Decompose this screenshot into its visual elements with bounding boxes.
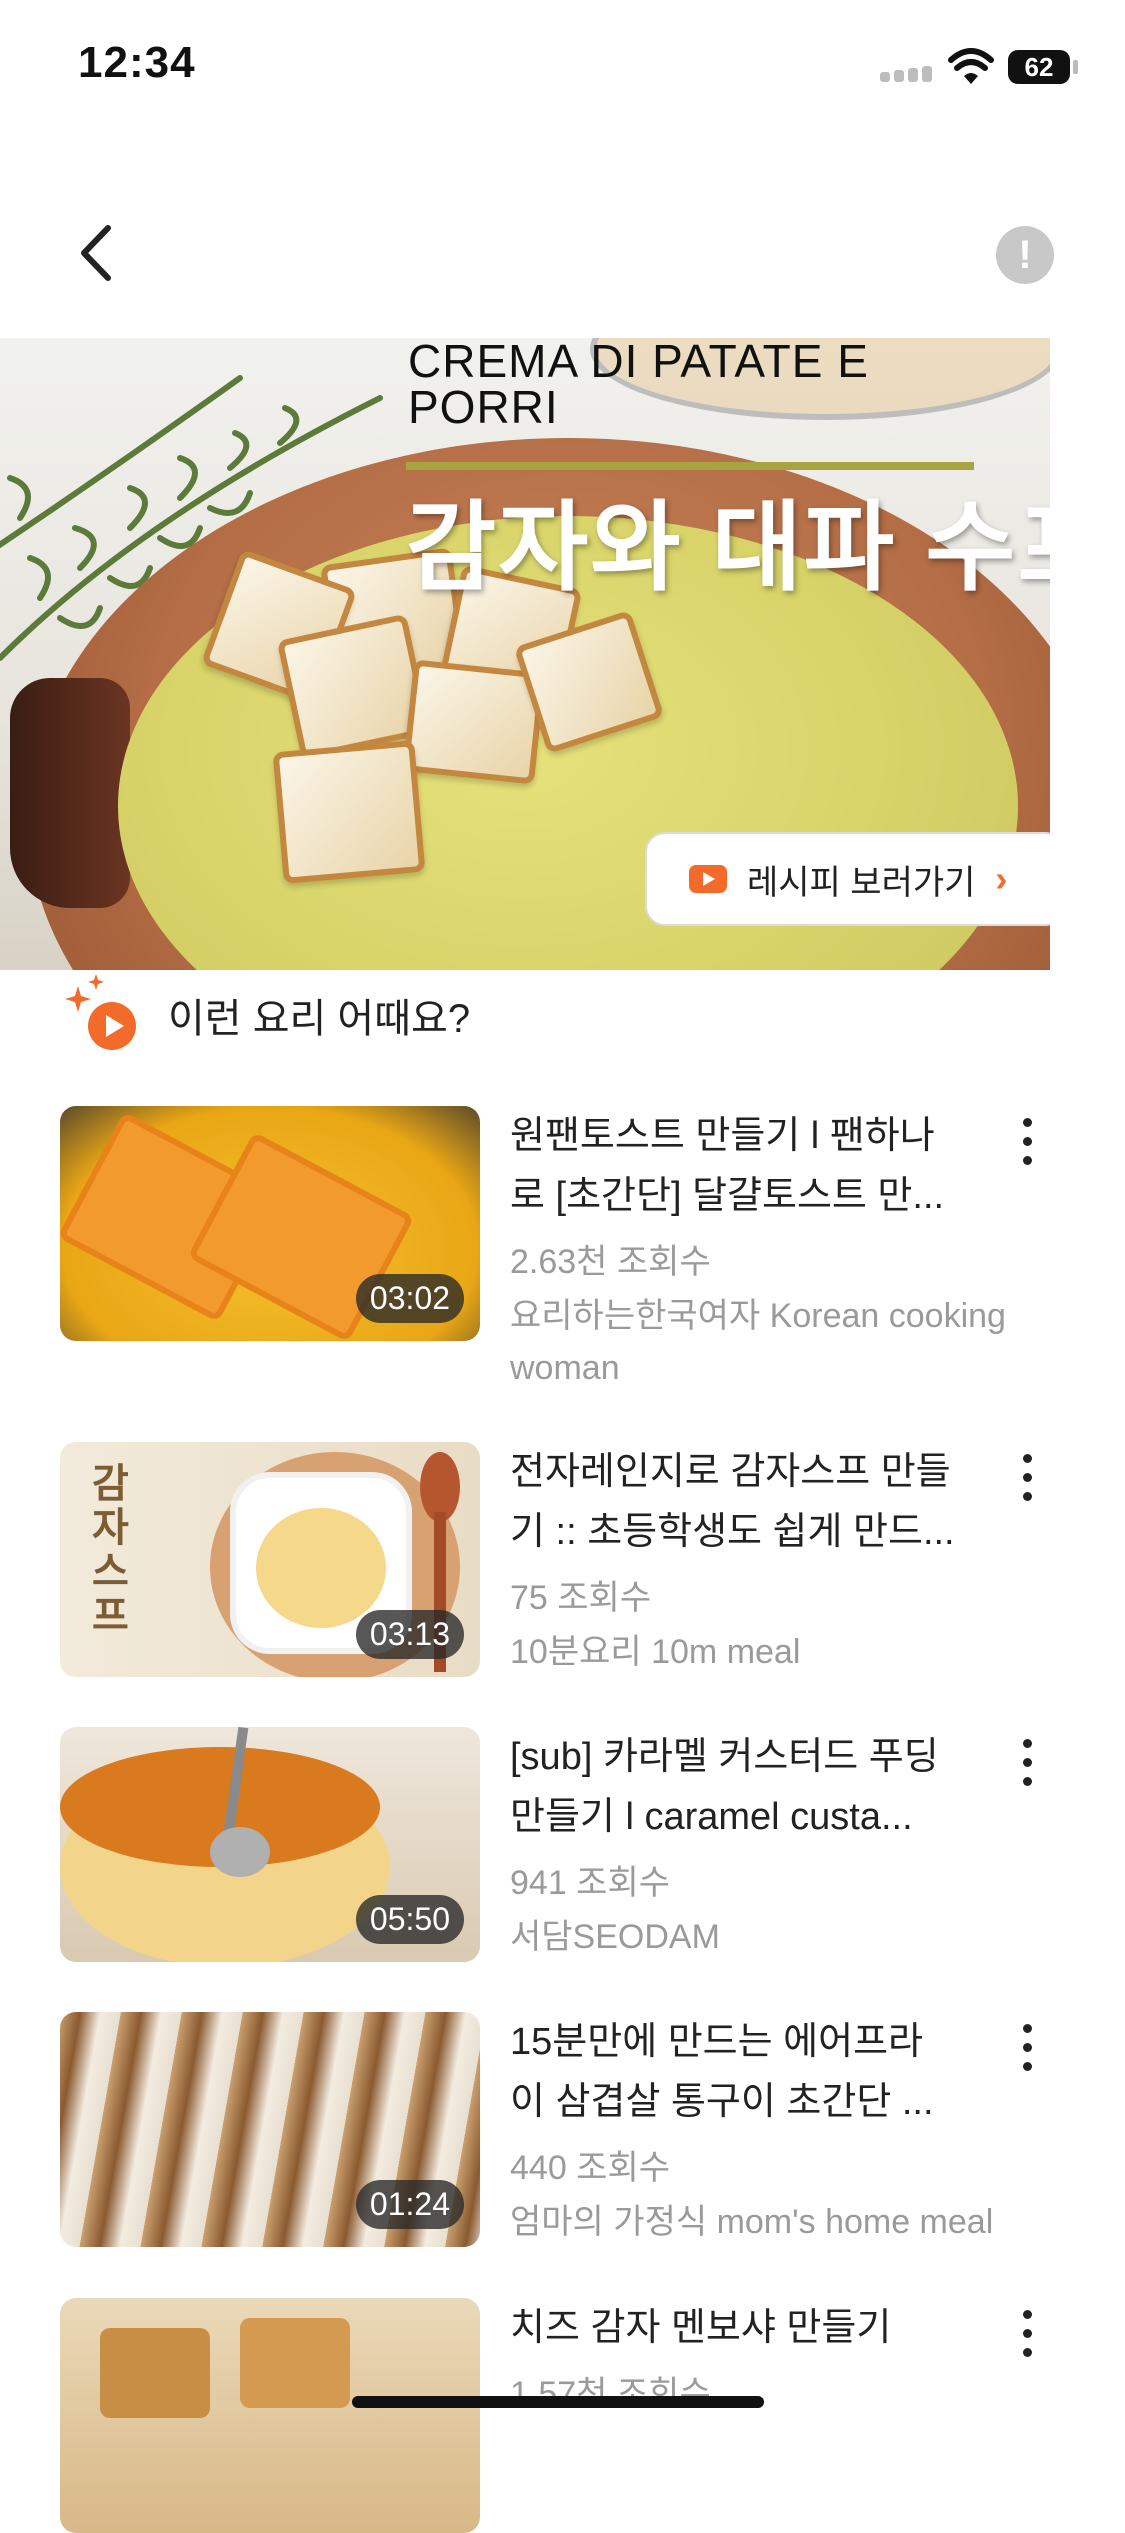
chevron-right-icon: › bbox=[995, 858, 1008, 899]
home-indicator[interactable] bbox=[352, 2396, 764, 2408]
video-thumbnail[interactable]: 03:02 bbox=[60, 1106, 480, 1341]
status-time: 12:34 bbox=[78, 38, 196, 87]
video-title[interactable]: [sub] 카라멜 커스터드 푸딩 만들기 l caramel custa... bbox=[510, 1727, 1010, 1847]
back-button[interactable] bbox=[70, 218, 126, 288]
crouton bbox=[272, 740, 426, 884]
video-duration: 03:02 bbox=[355, 1274, 464, 1323]
video-channel: woman bbox=[510, 1349, 620, 1387]
sparkle-play-icon bbox=[65, 974, 136, 1050]
more-options-button[interactable] bbox=[1012, 2310, 1042, 2366]
video-title[interactable]: 치즈 감자 멘보샤 만들기 bbox=[510, 2298, 1010, 2358]
cellular-signal-icon bbox=[880, 66, 934, 82]
youtube-play-icon bbox=[689, 865, 727, 893]
more-options-button[interactable] bbox=[1012, 2024, 1042, 2080]
video-duration: 03:13 bbox=[355, 1610, 464, 1659]
suggestions-title: 이런 요리 어때요? bbox=[168, 997, 471, 1041]
video-duration: 05:50 bbox=[355, 1895, 464, 1944]
video-channel: 요리하는한국여자 Korean cooking bbox=[510, 1297, 1006, 1335]
hero-subtitle: CREMA DI PATATE E PORRI bbox=[408, 338, 869, 433]
view-recipe-button[interactable]: 레시피 보러가기 › bbox=[645, 832, 1050, 926]
hero-edge bbox=[1050, 338, 1125, 970]
video-title-line: 이 삼겹살 통구이 초간단 ... bbox=[510, 2081, 934, 2123]
menbosha-image bbox=[240, 2318, 350, 2408]
video-title-line: 전자레인지로 감자스프 만들 bbox=[510, 1451, 951, 1493]
spoon-image bbox=[210, 1827, 270, 1877]
video-views: 75 조회수 bbox=[510, 1579, 652, 1617]
view-recipe-label: 레시피 보러가기 bbox=[747, 863, 976, 902]
more-options-button[interactable] bbox=[1012, 1118, 1042, 1174]
video-title[interactable]: 15분만에 만드는 에어프라 이 삼겹살 통구이 초간단 ... bbox=[510, 2012, 1010, 2132]
video-title[interactable]: 원팬토스트 만들기 l 팬하나 로 [초간단] 달걀토스트 만... bbox=[510, 1106, 1010, 1226]
bowl-handle bbox=[10, 678, 130, 908]
video-title-line: 만들기 l caramel custa... bbox=[510, 1796, 913, 1838]
video-channel: 10분요리 10m meal bbox=[510, 1633, 801, 1671]
video-thumbnail[interactable]: 01:24 bbox=[60, 2012, 480, 2247]
video-title-line: 원팬토스트 만들기 l 팬하나 bbox=[510, 1115, 935, 1157]
video-thumbnail[interactable] bbox=[60, 2298, 480, 2533]
wifi-icon bbox=[948, 48, 994, 84]
thumbnail-text: 감자스프 bbox=[92, 1462, 129, 1638]
video-channel: 엄마의 가정식 mom's home meal bbox=[510, 2203, 994, 2241]
video-title-line: 기 :: 초등학생도 쉽게 만드... bbox=[510, 1511, 955, 1553]
hero-title: 감자와 대파 수프 bbox=[406, 492, 1050, 602]
video-thumbnail[interactable]: 감자스프 03:13 bbox=[60, 1442, 480, 1677]
battery-tip bbox=[1073, 60, 1078, 74]
video-views: 1.57천 조회수 bbox=[510, 2375, 711, 2413]
soup-image bbox=[256, 1508, 386, 1628]
video-channel: 서담SEODAM bbox=[510, 1918, 720, 1956]
video-title-line: 15분만에 만드는 에어프라 bbox=[510, 2021, 923, 2063]
video-title[interactable]: 전자레인지로 감자스프 만들 기 :: 초등학생도 쉽게 만드... bbox=[510, 1442, 1010, 1562]
chevron-left-icon bbox=[81, 225, 111, 281]
menbosha-image bbox=[100, 2328, 210, 2418]
video-views: 440 조회수 bbox=[510, 2149, 671, 2187]
more-options-button[interactable] bbox=[1012, 1454, 1042, 1510]
hero-banner[interactable]: CREMA DI PATATE E PORRI 감자와 대파 수프 레시피 보러… bbox=[0, 338, 1050, 970]
video-views: 941 조회수 bbox=[510, 1864, 671, 1902]
exclamation-circle-icon: ! bbox=[1018, 233, 1032, 277]
video-duration: 01:24 bbox=[355, 2180, 464, 2229]
video-title-line: [sub] 카라멜 커스터드 푸딩 bbox=[510, 1736, 939, 1778]
video-thumbnail[interactable]: 05:50 bbox=[60, 1727, 480, 1962]
report-button[interactable]: ! bbox=[996, 226, 1054, 284]
more-options-button[interactable] bbox=[1012, 1739, 1042, 1795]
video-title-line: 치즈 감자 멘보샤 만들기 bbox=[510, 2307, 892, 2349]
video-title-line: 로 [초간단] 달걀토스트 만... bbox=[510, 1175, 945, 1217]
video-views: 2.63천 조회수 bbox=[510, 1243, 711, 1281]
battery-icon: 62 bbox=[1008, 50, 1070, 84]
